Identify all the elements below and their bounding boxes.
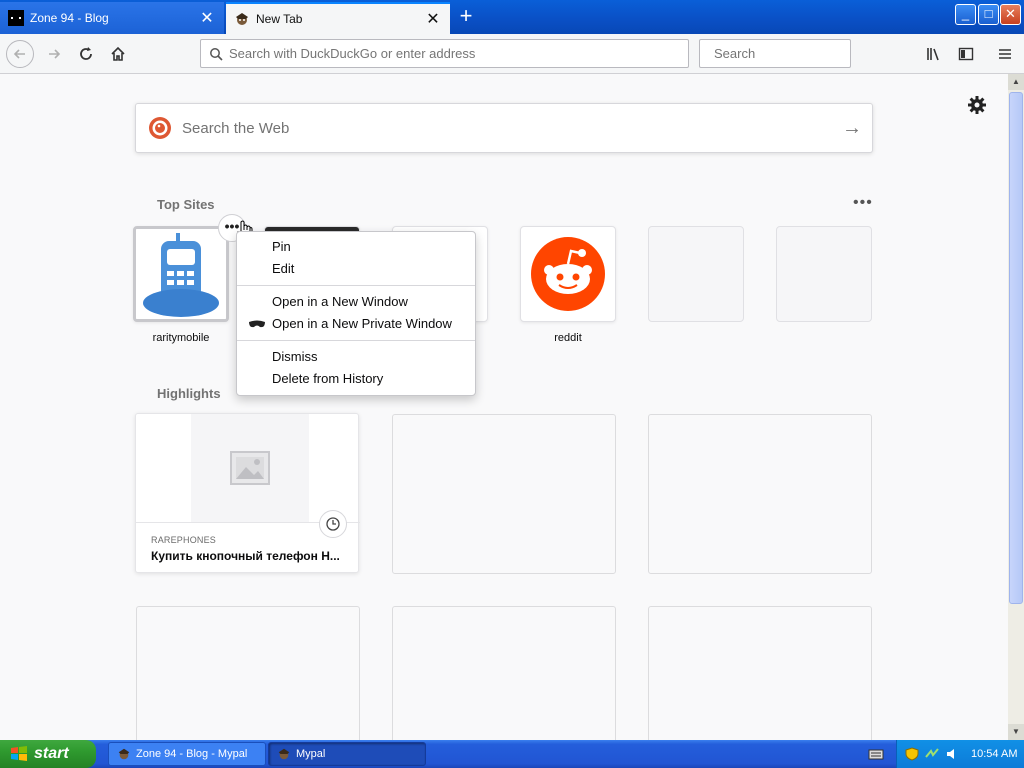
highlight-source: RAREPHONES	[151, 535, 217, 545]
top-sites-heading: Top Sites	[157, 197, 215, 212]
scroll-up-arrow-icon[interactable]: ▲	[1008, 74, 1024, 90]
top-site-thumbnail	[776, 226, 872, 322]
top-site-label: reddit	[554, 332, 582, 344]
top-site-tile[interactable]: raritymobile	[133, 226, 229, 346]
search-input[interactable]	[714, 46, 890, 61]
mypal-icon	[278, 748, 290, 760]
top-site-label	[648, 332, 744, 346]
mypal-icon	[118, 748, 130, 760]
start-button[interactable]: start	[0, 740, 96, 768]
tab-close-icon[interactable]: ✕	[424, 9, 442, 29]
clock-icon	[319, 510, 347, 538]
private-mask-icon	[249, 320, 265, 328]
sidebar-icon[interactable]	[952, 40, 980, 68]
tab-close-icon[interactable]: ✕	[198, 8, 216, 28]
taskbar-item-label: Mypal	[296, 748, 326, 760]
reload-icon[interactable]	[72, 40, 100, 68]
taskbar-clock[interactable]: 10:54 AM	[971, 748, 1017, 760]
windows-logo-icon	[11, 746, 27, 761]
back-arrow-icon[interactable]	[6, 40, 34, 68]
more-options-icon[interactable]: •••	[853, 194, 873, 212]
scrollbar-thumb[interactable]	[1009, 92, 1023, 604]
menu-separator	[237, 285, 475, 286]
arrow-right-icon[interactable]: →	[832, 117, 872, 140]
reddit-logo-icon	[531, 237, 605, 311]
close-window-button[interactable]: ✕	[1000, 4, 1021, 25]
highlight-card[interactable]: RAREPHONES Купить кнопочный телефон Н...	[135, 413, 360, 573]
address-bar[interactable]	[200, 39, 689, 68]
highlight-image-placeholder	[191, 414, 309, 522]
image-placeholder-icon	[230, 451, 270, 485]
vertical-scrollbar[interactable]: ▲ ▼	[1008, 74, 1024, 740]
top-site-thumbnail[interactable]	[520, 226, 616, 322]
top-site-placeholder	[648, 226, 744, 346]
gear-icon[interactable]	[966, 94, 988, 116]
forward-arrow-icon[interactable]	[40, 40, 68, 68]
maximize-button[interactable]: □	[978, 4, 999, 25]
menu-item-delete-from-history[interactable]: Delete from History	[237, 368, 475, 390]
top-site-label: raritymobile	[152, 332, 210, 344]
new-tab-plus-icon[interactable]: +	[452, 4, 480, 30]
hamburger-menu-icon[interactable]	[991, 40, 1019, 68]
menu-item-label: Open in a New Private Window	[272, 316, 452, 331]
menu-item-pin[interactable]: Pin	[237, 236, 475, 258]
menu-item-dismiss[interactable]: Dismiss	[237, 346, 475, 368]
navigation-toolbar	[0, 34, 1024, 74]
duckduckgo-logo-icon	[149, 117, 171, 139]
title-bar: Zone 94 - Blog ✕ New Tab ✕ + _ □ ✕	[0, 0, 1024, 34]
top-site-tile[interactable]: reddit	[520, 226, 616, 346]
taskbar-item[interactable]: Zone 94 - Blog - Mypal	[108, 742, 266, 766]
top-site-thumbnail[interactable]	[133, 226, 229, 322]
context-menu: Pin Edit Open in a New Window Open in a …	[236, 231, 476, 396]
security-shield-icon[interactable]	[905, 747, 919, 761]
taskbar-item[interactable]: Mypal	[268, 742, 426, 766]
search-bar[interactable]	[699, 39, 890, 68]
highlights-heading: Highlights	[157, 386, 221, 401]
windows-taskbar: start Zone 94 - Blog - Mypal Mypal 10:54…	[0, 740, 1024, 768]
volume-icon[interactable]	[945, 747, 959, 761]
mypal-favicon-icon	[236, 13, 248, 25]
highlight-title: Купить кнопочный телефон Н...	[151, 549, 340, 563]
web-search-placeholder: Search the Web	[182, 119, 290, 137]
tab-new-tab[interactable]: New Tab ✕	[226, 2, 450, 34]
taskbar-item-label: Zone 94 - Blog - Mypal	[136, 748, 248, 760]
top-site-placeholder	[776, 226, 872, 346]
network-icon[interactable]	[925, 747, 939, 761]
keyboard-icon[interactable]	[868, 747, 884, 761]
menu-item-open-private-window[interactable]: Open in a New Private Window	[237, 313, 475, 335]
highlight-placeholder	[392, 414, 616, 574]
library-icon[interactable]	[920, 40, 948, 68]
rarity-mobile-logo-icon	[136, 229, 226, 319]
url-input[interactable]	[229, 46, 688, 61]
tab-title: New Tab	[256, 12, 303, 26]
search-icon	[210, 47, 223, 61]
scroll-down-arrow-icon[interactable]: ▼	[1008, 724, 1024, 740]
top-site-thumbnail	[648, 226, 744, 322]
highlight-placeholder	[648, 414, 872, 574]
menu-item-edit[interactable]: Edit	[237, 258, 475, 280]
web-search-box[interactable]: Search the Web →	[135, 103, 873, 153]
system-tray: 10:54 AM	[896, 740, 1024, 768]
minimize-button[interactable]: _	[955, 4, 976, 25]
tab-title: Zone 94 - Blog	[30, 11, 109, 25]
top-site-label	[776, 332, 872, 346]
start-label: start	[34, 745, 69, 762]
menu-separator	[237, 340, 475, 341]
menu-item-open-new-window[interactable]: Open in a New Window	[237, 291, 475, 313]
home-icon[interactable]	[104, 40, 132, 68]
zone94-favicon-icon	[8, 10, 24, 26]
tab-zone94-blog[interactable]: Zone 94 - Blog ✕	[0, 2, 224, 34]
